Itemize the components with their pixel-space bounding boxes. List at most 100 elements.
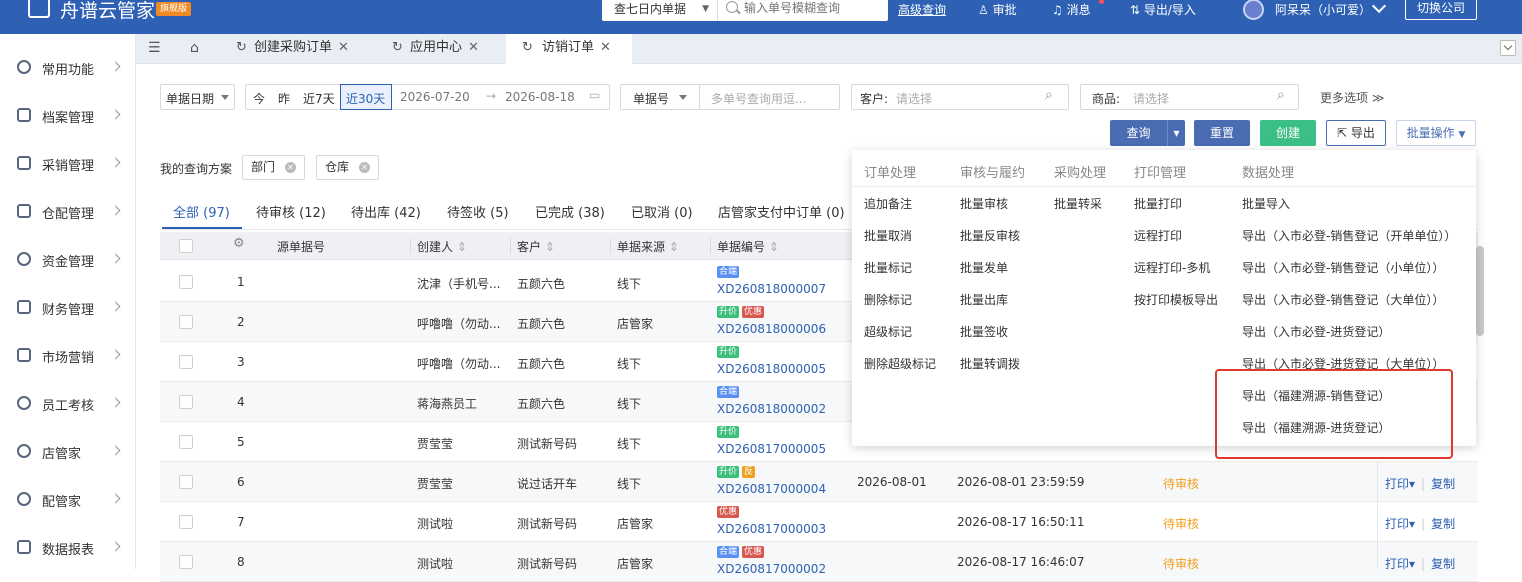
row-order-no[interactable]: XD260818000005 [717, 362, 826, 376]
status-tab-pending-sign[interactable]: 待签收 (5) [447, 202, 509, 221]
create-button[interactable]: 创建 [1260, 120, 1316, 146]
switch-company-button[interactable]: 切换公司 [1405, 0, 1477, 20]
product-field[interactable]: 商品: 请选择 ⌕ [1080, 84, 1299, 110]
status-tab-pending-outbound[interactable]: 待出库 (42) [351, 202, 421, 221]
menu-item-batch-to-purchase[interactable]: 批量转采 [1054, 195, 1102, 212]
row-checkbox[interactable] [179, 275, 193, 289]
copy-action[interactable]: 复制 [1431, 477, 1455, 491]
close-icon[interactable]: ✕ [359, 162, 371, 173]
quick-today[interactable]: 今 [253, 90, 265, 107]
row-checkbox[interactable] [179, 435, 193, 449]
menu-item-batch-transfer[interactable]: 批量转调拨 [960, 355, 1020, 372]
row-checkbox[interactable] [179, 315, 193, 329]
saved-query-chip-department[interactable]: 部门 ✕ [242, 155, 306, 180]
more-options-link[interactable]: 更多选项 ≫ [1320, 89, 1384, 106]
menu-item-remote-print-multi[interactable]: 远程打印-多机 [1134, 259, 1210, 276]
menu-item-export-sales-small-unit[interactable]: 导出（入市必登-销售登记（小单位）） [1242, 259, 1444, 276]
menu-item-export-by-template[interactable]: 按打印模板导出 [1134, 291, 1218, 308]
sidebar-item-finance[interactable]: 财务管理 [0, 283, 136, 331]
row-checkbox[interactable] [179, 555, 193, 569]
sidebar-item-reports[interactable]: 数据报表 [0, 523, 136, 571]
order-no-input[interactable]: 多单号查询用逗... [699, 84, 840, 110]
advanced-search-link[interactable]: 高级查询 [898, 1, 946, 18]
menu-item-export-sales-open-unit[interactable]: 导出（入市必登-销售登记（开单单位）） [1242, 227, 1456, 244]
row-order-no[interactable]: XD260818000007 [717, 282, 826, 296]
gear-icon[interactable]: ⚙ [233, 236, 245, 251]
row-order-no[interactable]: XD260817000002 [717, 562, 826, 576]
chevron-down-icon[interactable] [1371, 0, 1387, 14]
sidebar-item-store-manager[interactable]: 店管家 [0, 427, 136, 475]
row-order-no[interactable]: XD260818000002 [717, 402, 826, 416]
tab-app-center[interactable]: ↻ 应用中心 ✕ [390, 34, 479, 64]
menu-item-batch-dispatch[interactable]: 批量发单 [960, 259, 1008, 276]
sidebar-item-staff[interactable]: 员工考核 [0, 379, 136, 427]
row-checkbox[interactable] [179, 515, 193, 529]
export-button[interactable]: ⇱ 导出 [1326, 120, 1386, 146]
status-tab-cancelled[interactable]: 已取消 (0) [631, 202, 693, 221]
search-icon[interactable]: ⌕ [1277, 87, 1285, 103]
sidebar-item-archives[interactable]: 档案管理 [0, 91, 136, 139]
menu-item-add-note[interactable]: 追加备注 [864, 195, 912, 212]
search-input[interactable] [744, 0, 884, 19]
menu-item-batch-cancel[interactable]: 批量取消 [864, 227, 912, 244]
row-checkbox[interactable] [179, 395, 193, 409]
menu-item-batch-outbound[interactable]: 批量出库 [960, 291, 1008, 308]
menu-item-export-sales-large-unit[interactable]: 导出（入市必登-销售登记（大单位）） [1242, 291, 1444, 308]
sidebar-item-marketing[interactable]: 市场营销 [0, 331, 136, 379]
export-import-button[interactable]: ⇅ 导出/导入 [1130, 1, 1196, 18]
row-order-no[interactable]: XD260817000005 [717, 442, 826, 456]
messages-button[interactable]: ♫ 消息 [1052, 1, 1091, 18]
menu-item-batch-review[interactable]: 批量审核 [960, 195, 1008, 212]
status-tab-store-paying[interactable]: 店管家支付中订单 (0) [718, 202, 845, 221]
row-order-no[interactable]: XD260818000006 [717, 322, 826, 336]
quick-yesterday[interactable]: 昨 [278, 90, 290, 107]
status-tab-completed[interactable]: 已完成 (38) [535, 202, 605, 221]
menu-item-remote-print[interactable]: 远程打印 [1134, 227, 1182, 244]
header-creator[interactable]: 创建人 ⇕ [417, 238, 467, 255]
close-icon[interactable]: ✕ [285, 162, 297, 173]
header-customer[interactable]: 客户 ⇕ [517, 238, 555, 255]
reset-button[interactable]: 重置 [1194, 120, 1250, 146]
menu-collapse-icon[interactable]: ☰ [148, 40, 161, 56]
tab-visit-sales-order[interactable]: ↻ 访销订单 ✕ [506, 34, 632, 64]
refresh-icon[interactable]: ↻ [522, 34, 533, 62]
menu-item-delete-super-mark[interactable]: 删除超级标记 [864, 355, 936, 372]
home-icon[interactable]: ⌂ [190, 40, 199, 56]
customer-field[interactable]: 客户: 请选择 ⌕ [851, 84, 1069, 110]
sidebar-item-delivery-manager[interactable]: 配管家 [0, 475, 136, 523]
print-action[interactable]: 打印▾ [1385, 477, 1415, 491]
header-order-no[interactable]: 单据编号 ⇕ [717, 238, 779, 255]
tab-dropdown-button[interactable] [1500, 40, 1516, 56]
search-scope-select[interactable]: 查七日内单据 ▼ [602, 0, 718, 21]
close-icon[interactable]: ✕ [600, 40, 611, 55]
refresh-icon[interactable]: ↻ [236, 34, 247, 62]
select-all-checkbox[interactable] [179, 239, 193, 253]
status-tab-pending-review[interactable]: 待审核 (12) [256, 202, 326, 221]
user-name[interactable]: 阿呆呆（小可爱） [1275, 1, 1371, 18]
menu-item-batch-unreview[interactable]: 批量反审核 [960, 227, 1020, 244]
date-start[interactable]: 2026-07-20 [400, 90, 470, 104]
status-tab-all[interactable]: 全部 (97) [173, 202, 230, 221]
close-icon[interactable]: ✕ [468, 40, 479, 55]
row-checkbox[interactable] [179, 355, 193, 369]
approve-button[interactable]: ♙ 审批 [978, 1, 1017, 18]
print-action[interactable]: 打印▾ [1385, 517, 1415, 531]
sidebar-item-purchase-sales[interactable]: 采销管理 [0, 139, 136, 187]
sidebar-item-common[interactable]: 常用功能 [0, 43, 136, 91]
date-type-select[interactable]: 单据日期 [160, 84, 235, 110]
sidebar-item-warehouse[interactable]: 仓配管理 [0, 187, 136, 235]
date-end[interactable]: 2026-08-18 [505, 90, 575, 104]
sidebar-item-funds[interactable]: 资金管理 [0, 235, 136, 283]
row-checkbox[interactable] [179, 475, 193, 489]
menu-item-export-purchase[interactable]: 导出（入市必登-进货登记） [1242, 323, 1390, 340]
calendar-icon[interactable]: ▭ [589, 88, 600, 102]
row-order-no[interactable]: XD260817000004 [717, 482, 826, 496]
saved-query-chip-warehouse[interactable]: 仓库 ✕ [316, 155, 380, 180]
menu-item-delete-mark[interactable]: 删除标记 [864, 291, 912, 308]
avatar[interactable] [1243, 0, 1264, 20]
header-source[interactable]: 单据来源 ⇕ [617, 238, 679, 255]
menu-item-batch-mark[interactable]: 批量标记 [864, 259, 912, 276]
batch-operation-button[interactable]: 批量操作 ▼ [1396, 120, 1476, 146]
quick-7-days[interactable]: 近7天 [303, 90, 335, 107]
menu-item-super-mark[interactable]: 超级标记 [864, 323, 912, 340]
